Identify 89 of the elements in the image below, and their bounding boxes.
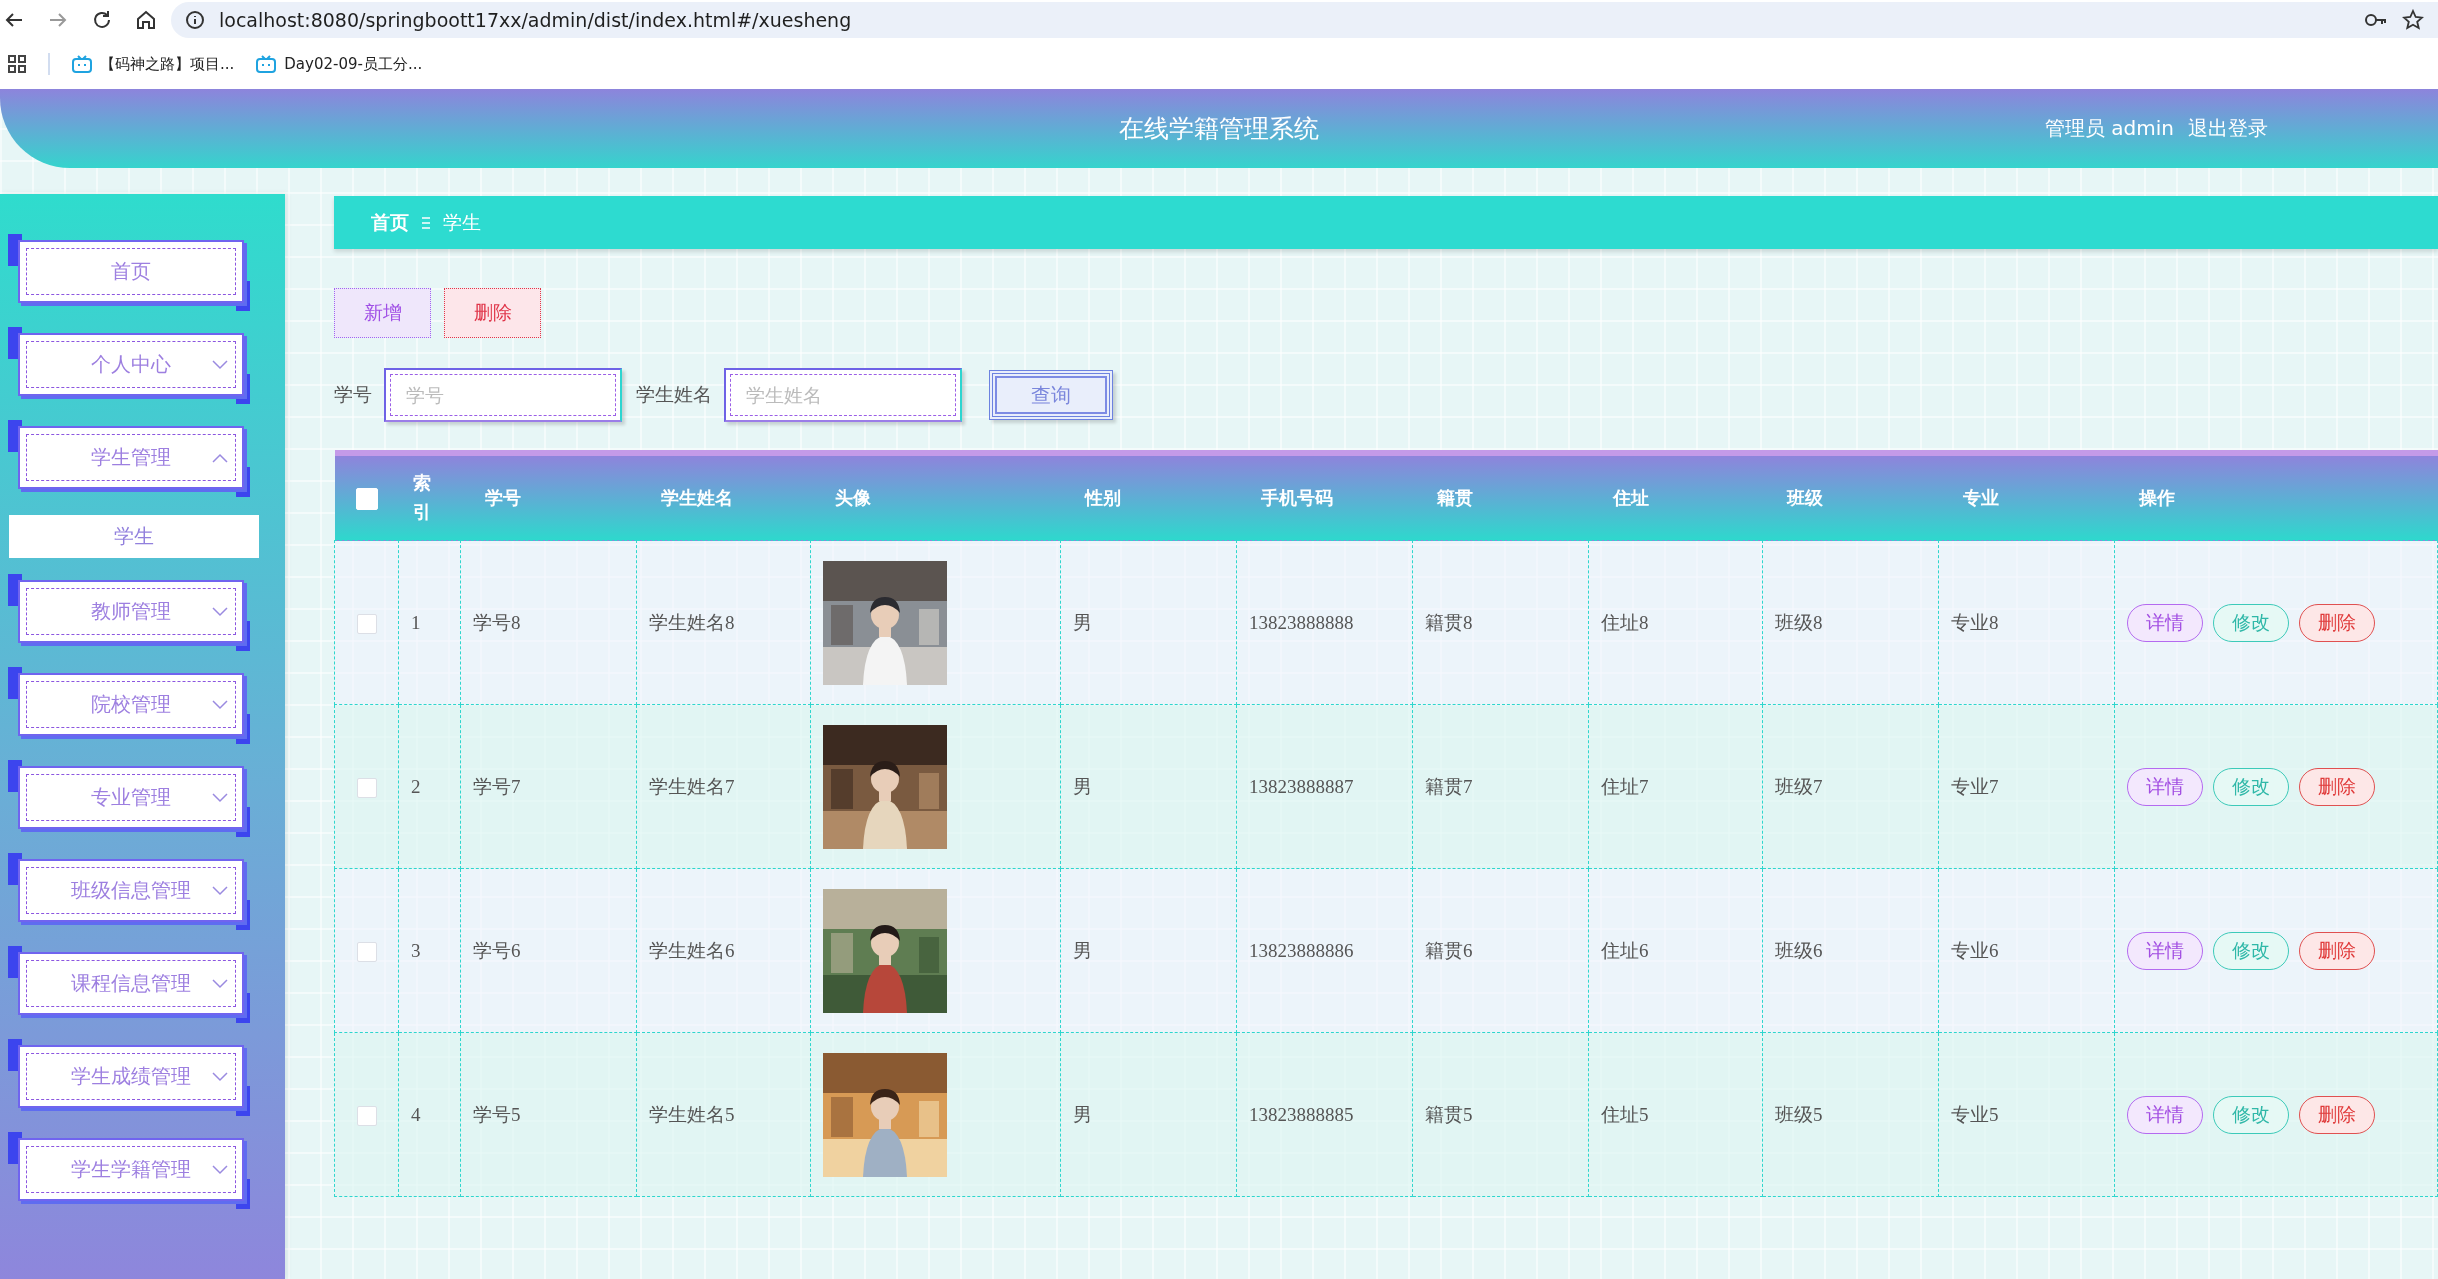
table-cell: 男 xyxy=(1073,1103,1092,1125)
table-cell: 学号6 xyxy=(473,939,521,961)
table-cell: 3 xyxy=(411,939,421,961)
bookmark[interactable]: 【码神之路】项目... xyxy=(72,54,235,74)
user-label: 管理员 admin xyxy=(2044,115,2174,142)
table-cell: 2 xyxy=(411,775,421,797)
table-cell: 13823888887 xyxy=(1249,775,1354,797)
edit-button[interactable]: 修改 xyxy=(2213,603,2289,642)
table-cell: 专业8 xyxy=(1951,611,1999,633)
bookmark[interactable]: Day02-09-员工分... xyxy=(256,54,423,74)
column-header: 手机号码 xyxy=(1260,487,1333,508)
delete-button[interactable]: 删除 xyxy=(2299,931,2375,970)
column-header: 学号 xyxy=(484,487,521,508)
table-cell: 1 xyxy=(411,611,421,633)
table-cell: 4 xyxy=(411,1103,421,1125)
table-cell: 男 xyxy=(1073,775,1092,797)
delete-button[interactable]: 删除 xyxy=(444,288,541,338)
table-cell: 住址7 xyxy=(1601,775,1649,797)
select-all-checkbox[interactable] xyxy=(355,487,378,510)
table-cell: 籍贯5 xyxy=(1425,1103,1473,1125)
edit-button[interactable]: 修改 xyxy=(2213,931,2289,970)
search-field[interactable]: 学生姓名 xyxy=(724,368,962,422)
column-header: 专业 xyxy=(1962,487,1999,508)
tv-icon xyxy=(256,55,277,73)
column-header: 班级 xyxy=(1786,487,1823,508)
table-cell: 住址8 xyxy=(1601,611,1649,633)
separator-icon xyxy=(421,215,431,230)
row-checkbox[interactable] xyxy=(356,777,377,798)
star-icon[interactable] xyxy=(2402,8,2424,31)
table-cell: 籍贯8 xyxy=(1425,611,1473,633)
table-cell: 学号8 xyxy=(473,611,521,633)
table-cell: 籍贯6 xyxy=(1425,939,1473,961)
table-cell: 班级8 xyxy=(1775,611,1823,633)
apps-icon[interactable] xyxy=(8,55,26,73)
table-cell: 住址5 xyxy=(1601,1103,1649,1125)
table-cell: 籍贯7 xyxy=(1425,775,1473,797)
address-bar[interactable]: localhost:8080/springboott17xx/admin/dist/index.html#/xuesheng xyxy=(171,1,2438,38)
column-header: 索引 xyxy=(412,471,432,524)
delete-button[interactable]: 删除 xyxy=(2299,1095,2375,1134)
url-text: localhost:8080/springboott17xx/admin/dist/index.html#/xuesheng xyxy=(219,8,852,31)
column-header: 籍贯 xyxy=(1436,487,1473,508)
table-cell: 专业5 xyxy=(1951,1103,1999,1125)
row-checkbox[interactable] xyxy=(356,941,377,962)
submenu-item[interactable]: 学生 xyxy=(9,515,259,558)
column-header: 性别 xyxy=(1084,487,1121,508)
table-cell: 学生姓名5 xyxy=(649,1103,735,1125)
table-cell: 13823888886 xyxy=(1249,939,1354,961)
delete-button[interactable]: 删除 xyxy=(2299,767,2375,806)
table-cell: 学生姓名6 xyxy=(649,939,735,961)
breadcrumb-item[interactable]: 首页 xyxy=(371,209,409,236)
edit-button[interactable]: 修改 xyxy=(2213,1095,2289,1134)
table-cell: 13823888885 xyxy=(1249,1103,1354,1125)
reload-icon[interactable] xyxy=(91,8,113,31)
table-cell: 班级5 xyxy=(1775,1103,1823,1125)
table-cell: 男 xyxy=(1073,939,1092,961)
table-cell: 13823888888 xyxy=(1249,611,1354,633)
row-checkbox[interactable] xyxy=(356,1105,377,1126)
detail-button[interactable]: 详情 xyxy=(2127,931,2203,970)
tv-icon xyxy=(72,55,92,73)
field-label: 学号 xyxy=(334,382,372,407)
table-cell: 学号5 xyxy=(473,1103,521,1125)
table-cell: 学生姓名7 xyxy=(649,775,735,797)
detail-button[interactable]: 详情 xyxy=(2127,603,2203,642)
info-icon[interactable] xyxy=(185,9,205,30)
edit-button[interactable]: 修改 xyxy=(2213,767,2289,806)
home-icon[interactable] xyxy=(135,8,157,31)
field-label: 学生姓名 xyxy=(636,382,712,407)
table-cell: 班级7 xyxy=(1775,775,1823,797)
app-title: 在线学籍管理系统 xyxy=(1119,113,1319,145)
add-button[interactable]: 新增 xyxy=(334,288,431,338)
search-field[interactable]: 学号 xyxy=(384,368,622,422)
table-cell: 专业7 xyxy=(1951,775,1999,797)
table-cell: 专业6 xyxy=(1951,939,1999,961)
column-header: 操作 xyxy=(2138,487,2175,508)
table-cell: 男 xyxy=(1073,611,1092,633)
table-cell: 学号7 xyxy=(473,775,521,797)
table-cell: 学生姓名8 xyxy=(649,611,735,633)
detail-button[interactable]: 详情 xyxy=(2127,767,2203,806)
table-cell: 班级6 xyxy=(1775,939,1823,961)
table-cell: 住址6 xyxy=(1601,939,1649,961)
row-checkbox[interactable] xyxy=(356,613,377,634)
column-header: 头像 xyxy=(834,487,871,508)
search-button[interactable]: 查询 xyxy=(989,370,1113,420)
detail-button[interactable]: 详情 xyxy=(2127,1095,2203,1134)
column-header: 住址 xyxy=(1612,487,1649,508)
column-header: 学生姓名 xyxy=(660,487,733,508)
delete-button[interactable]: 删除 xyxy=(2299,603,2375,642)
logout-link[interactable]: 退出登录 xyxy=(2188,115,2268,142)
breadcrumb-item: 学生 xyxy=(443,209,481,235)
